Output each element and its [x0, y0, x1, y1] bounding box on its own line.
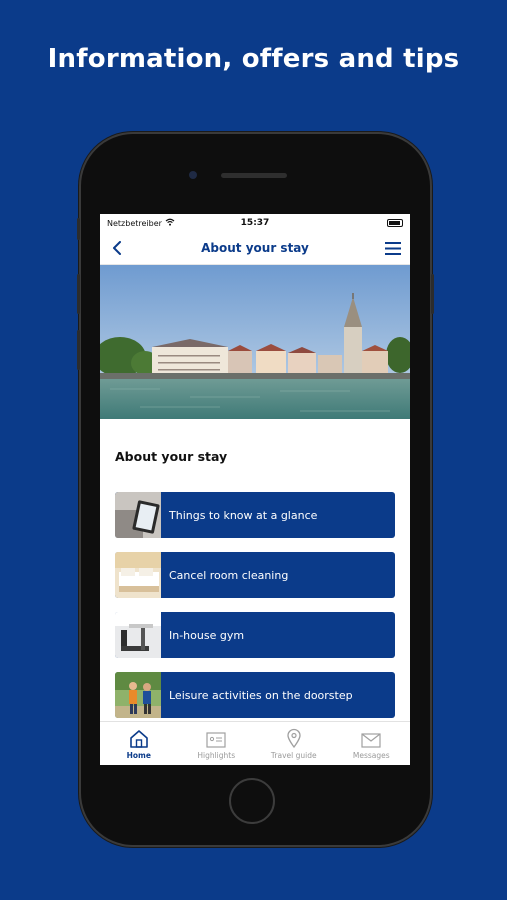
home-button[interactable] — [229, 778, 275, 824]
card-things-to-know[interactable]: Things to know at a glance — [115, 492, 395, 538]
tablet-photo — [115, 492, 161, 538]
tab-highlights[interactable]: Highlights — [178, 722, 256, 765]
menu-button[interactable] — [384, 239, 402, 257]
battery-icon — [387, 219, 403, 227]
tab-label: Highlights — [197, 750, 236, 760]
hamburger-menu-icon — [385, 241, 401, 255]
content-area: About your stay Things to know at a glan… — [100, 449, 410, 718]
card-label: Things to know at a glance — [169, 508, 318, 522]
section-title: About your stay — [115, 449, 228, 464]
status-bar: Netzbetreiber 15:37 — [100, 214, 410, 232]
map-pin-icon — [287, 728, 301, 748]
status-time: 15:37 — [240, 218, 270, 228]
page-headline: Information, offers and tips — [47, 44, 460, 74]
chevron-left-icon — [113, 241, 121, 255]
card-leisure-activities[interactable]: Leisure activities on the doorstep — [115, 672, 395, 718]
tab-home[interactable]: Home — [100, 722, 178, 765]
card-label: Cancel room cleaning — [169, 568, 289, 582]
volume-up-button — [77, 274, 80, 314]
volume-down-button — [77, 330, 80, 370]
envelope-icon — [361, 732, 381, 748]
hero-image — [100, 265, 410, 419]
navigation-bar: About your stay — [100, 232, 410, 265]
card-label: In-house gym — [169, 628, 245, 642]
front-camera — [189, 171, 197, 179]
power-button — [431, 274, 434, 314]
phone-frame: Netzbetreiber 15:37 About your stay Abou… — [77, 134, 434, 845]
tab-label: Travel guide — [270, 750, 317, 760]
tab-label: Home — [126, 750, 151, 760]
earpiece-speaker — [221, 173, 287, 178]
card-cancel-room-cleaning[interactable]: Cancel room cleaning — [115, 552, 395, 598]
gym-photo — [115, 612, 161, 658]
mute-switch — [77, 218, 80, 240]
home-icon — [129, 729, 148, 748]
bed-photo — [115, 552, 161, 598]
card-in-house-gym[interactable]: In-house gym — [115, 612, 395, 658]
people-outdoors-photo — [115, 672, 161, 718]
back-button[interactable] — [108, 239, 126, 257]
highlights-icon — [206, 731, 226, 748]
tab-bar: Home Highlights Travel guide Messages — [100, 721, 410, 765]
tab-label: Messages — [352, 750, 390, 760]
nav-title: About your stay — [201, 241, 309, 255]
tab-messages[interactable]: Messages — [333, 722, 411, 765]
app-screen: Netzbetreiber 15:37 About your stay Abou… — [100, 214, 410, 765]
tab-travel-guide[interactable]: Travel guide — [255, 722, 333, 765]
card-label: Leisure activities on the doorstep — [169, 688, 353, 702]
